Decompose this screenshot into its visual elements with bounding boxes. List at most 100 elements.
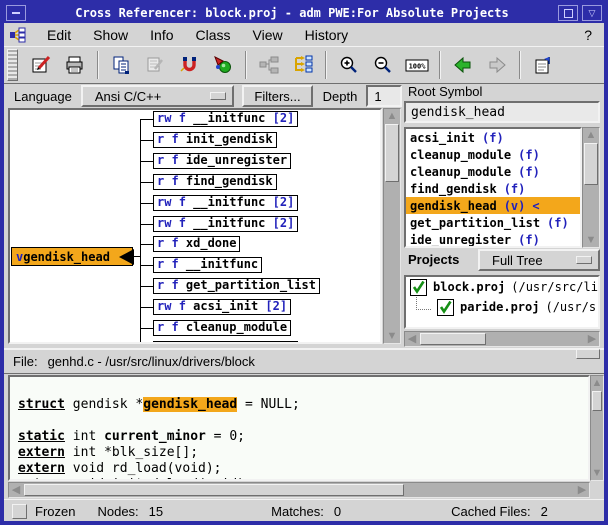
scroll-left-icon[interactable]: ◀ [405,332,419,346]
toolbar-grip[interactable] [7,49,18,81]
graph-node-initfunc[interactable]: rw f __initfunc [2] [153,341,298,344]
node-kind-flag: f [171,278,185,292]
code-vertical-scrollbar[interactable]: ▲ ▼ [590,375,604,481]
scroll-left-icon[interactable]: ◀ [9,483,23,497]
maximize-button[interactable] [558,5,578,21]
edit-button[interactable] [25,51,57,79]
node-access-flag: r [157,236,171,250]
paste-button[interactable] [139,51,171,79]
symbol-name: acsi_init [410,131,475,145]
code-horizontal-scrollbar[interactable]: ◀ ▶ [8,482,590,498]
code-hscroll-thumb[interactable] [24,484,404,496]
frozen-checkbox[interactable] [12,504,27,519]
window-menu-button[interactable] [6,5,26,21]
code-line [10,413,588,429]
graph-node-init_gendisk[interactable]: r f init_gendisk [153,132,277,148]
menu-item-history[interactable]: History [305,27,349,43]
node-access-flag: r [157,278,171,292]
graph-node-find_gendisk[interactable]: r f find_gendisk [153,174,277,190]
properties-icon [532,55,554,75]
symbol-list-scrollbar[interactable]: ▲ ▼ [582,127,600,248]
graph-vertical-scrollbar[interactable]: ▲ ▼ [383,108,401,344]
scroll-down-icon[interactable]: ▼ [584,233,598,247]
tree-detail-button[interactable] [287,51,319,79]
projects-view-value: Full Tree [492,253,543,268]
node-kind-flag: f [171,257,185,271]
symbol-list-item[interactable]: gendisk_head(v)< [406,197,580,214]
graph-node-initfunc[interactable]: rw f __initfunc [2] [153,216,298,232]
graph-node-initfunc[interactable]: rw f __initfunc [2] [153,195,298,211]
scroll-up-icon[interactable]: ▲ [584,128,598,142]
node-kind-flag: f [179,111,193,125]
node-access-flag: r [157,257,171,271]
code-token: gendisk * [65,397,143,412]
project-checkbox[interactable] [410,279,427,296]
project-tree-item[interactable]: block.proj(/usr/src/li [406,277,598,297]
menu-item-edit[interactable]: Edit [47,27,71,43]
project-tree-item[interactable]: paride.proj(/usr/src [406,297,598,317]
menu-item-class[interactable]: Class [196,27,231,43]
graph-vscroll-thumb[interactable] [385,124,399,182]
depth-field[interactable]: 1 [366,85,402,107]
shade-icon: ▽ [589,8,596,19]
help-menu[interactable]: ? [584,27,592,43]
tree-plain-button[interactable] [253,51,285,79]
symbol-scroll-thumb[interactable] [584,143,598,185]
symbol-list-item[interactable]: cleanup_module(f) [406,146,580,163]
projects-view-dropdown[interactable]: Full Tree [478,249,600,271]
graph-node-cleanup_module[interactable]: r f cleanup_module [153,320,291,336]
forward-button[interactable] [481,51,513,79]
symbol-list-item[interactable]: find_gendisk(f) [406,180,580,197]
node-name: find_gendisk [186,174,273,188]
scroll-down-icon[interactable]: ▼ [385,329,399,343]
properties-button[interactable] [527,51,559,79]
back-button[interactable] [447,51,479,79]
graph-node-acsi_init[interactable]: rw f acsi_init [2] [153,299,291,315]
cross-referencer-window: Cross Referencer: block.proj - adm PWE:F… [0,0,608,525]
graph-node-ide_unregister[interactable]: r f ide_unregister [153,153,291,169]
scroll-right-icon[interactable]: ▶ [575,483,589,497]
print-button[interactable] [59,51,91,79]
menu-item-show[interactable]: Show [93,27,128,43]
graph-node-get_partition_list[interactable]: r f get_partition_list [153,278,320,294]
code-vscroll-thumb[interactable] [592,391,602,411]
node-access-flag: rw [157,216,179,230]
launch-button[interactable] [207,51,239,79]
zoom-in-icon [338,55,360,75]
code-token: current_minor [104,429,206,444]
root-symbol-field[interactable]: gendisk_head [404,101,600,123]
pane-divider-handle[interactable] [576,349,600,359]
graph-node-initfunc[interactable]: r f __initfunc [153,257,262,273]
symbol-list-item[interactable]: ide_unregister(f) [406,231,580,248]
menu-item-info[interactable]: Info [150,27,173,43]
filters-button[interactable]: Filters... [242,85,312,107]
zoom-out-button[interactable] [367,51,399,79]
language-dropdown[interactable]: Ansi C/C++ [81,85,235,107]
scroll-down-icon[interactable]: ▼ [590,466,604,480]
symbol-list-item[interactable]: get_partition_list(f) [406,214,580,231]
zoom-in-button[interactable] [333,51,365,79]
scroll-up-icon[interactable]: ▲ [385,109,399,123]
graph-connector-line [140,328,153,329]
title-bar[interactable]: Cross Referencer: block.proj - adm PWE:F… [4,3,604,23]
back-icon [452,55,474,75]
nodes-value: 15 [149,504,163,519]
projects-hscroll-thumb[interactable] [420,333,486,345]
code-line: extern void rd_load(void); [10,461,588,477]
scroll-right-icon[interactable]: ▶ [585,332,599,346]
magnet-button[interactable] [173,51,205,79]
projects-horizontal-scrollbar[interactable]: ◀ ▶ [404,331,600,347]
symbol-list-item[interactable]: acsi_init(f) [406,129,580,146]
shade-button[interactable]: ▽ [582,5,602,21]
source-code-view[interactable]: */struct gendisk *gendisk_head = NULL;st… [8,375,590,481]
symbol-list-item[interactable]: cleanup_module(f) [406,163,580,180]
project-checkbox[interactable] [437,299,454,316]
graph-node-initfunc[interactable]: rw f __initfunc [2] [153,111,298,127]
scroll-up-icon[interactable]: ▲ [590,376,604,390]
menu-item-view[interactable]: View [253,27,283,43]
zoom-100-button[interactable]: 100% [401,51,433,79]
maximize-icon [564,9,573,18]
copy-button[interactable] [105,51,137,79]
graph-node-xd_done[interactable]: r f xd_done [153,236,240,252]
graph-root-node[interactable]: v gendisk_head [11,247,133,266]
